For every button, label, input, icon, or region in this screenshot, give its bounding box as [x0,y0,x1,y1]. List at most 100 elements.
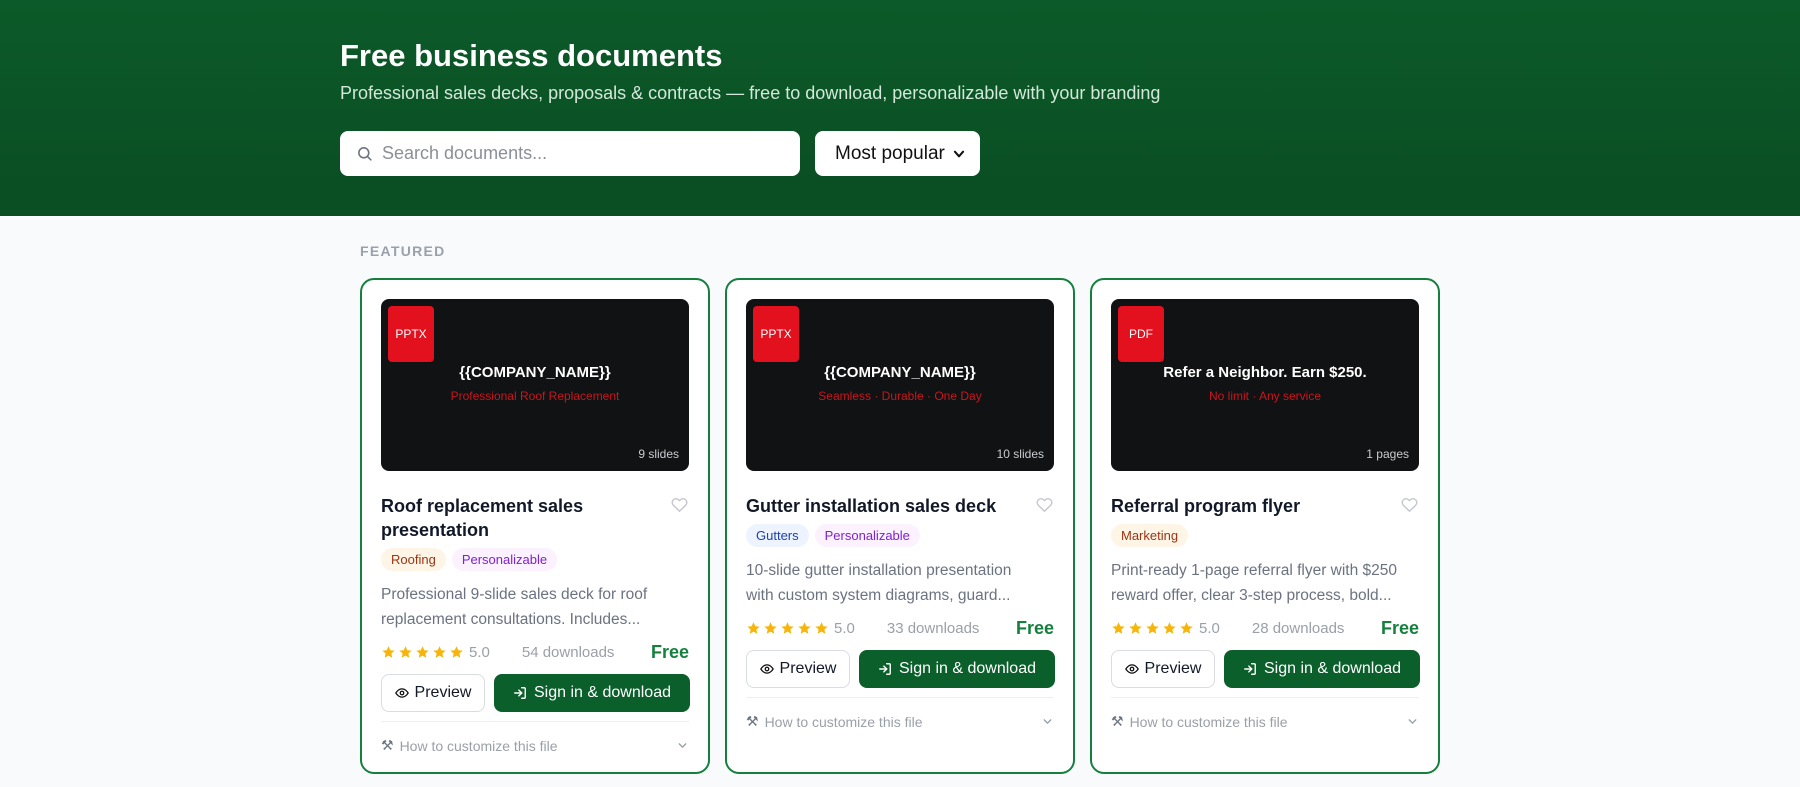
star-icon [416,646,429,658]
star-icon [450,646,463,658]
personalizable-tag: Personalizable [451,548,558,571]
page-header: Free business documents Professional sal… [0,0,1800,216]
tag-list: Gutters Personalizable [746,524,920,547]
star-icon [399,646,412,658]
star-icon [747,622,760,634]
category-tag: Roofing [381,548,446,571]
star-rating [1111,621,1194,636]
preview-button[interactable]: Preview [381,674,485,712]
search-box[interactable] [340,131,800,176]
thumbnail-title: {{COMPANY_NAME}} [459,364,611,381]
description-line: with custom system diagrams, guard... [746,587,1011,604]
rating-value: 5.0 [834,620,855,637]
thumbnail-subtitle: Seamless · Durable · One Day [818,389,982,403]
personalizable-tag: Personalizable [814,524,920,547]
thumbnail-subtitle: Professional Roof Replacement [450,389,620,403]
star-icon [1180,622,1193,634]
chevron-down-icon [953,150,965,157]
description-line: replacement consultations. Includes... [381,611,641,628]
preview-button-label: Preview [779,660,837,677]
star-icon [433,646,446,658]
star-icon [798,622,811,634]
how-to-customize-label: How to customize this file [764,713,923,730]
document-card-roof[interactable]: PPTX {{COMPANY_NAME}} Professional Roof … [360,278,710,774]
document-description: Professional 9-slide sales deck for roof… [381,582,686,632]
how-to-customize-label: How to customize this file [1129,713,1288,730]
thumbnail-title: Refer a Neighbor. Earn $250. [1163,364,1367,381]
sign-in-download-button[interactable]: Sign in & download [1224,650,1420,688]
heart-icon[interactable] [670,495,689,514]
tools-icon: ⚒ [381,737,394,753]
star-icon [1112,622,1125,634]
star-icon [781,622,794,634]
document-title[interactable]: Roof replacement sales presentation [381,494,641,542]
tag-list: Roofing Personalizable [381,548,558,571]
search-icon [358,147,372,161]
file-type-badge: PPTX [753,306,799,362]
document-card-gutter[interactable]: PPTX {{COMPANY_NAME}} Seamless · Durable… [725,278,1075,774]
description-line: Print-ready 1-page referral flyer with $… [1111,562,1398,579]
page-count: 9 slides [638,447,679,461]
card-stats: 5.0 33 downloads Free [746,618,1054,639]
category-tag: Marketing [1111,524,1189,547]
download-count: 54 downloads [521,644,615,661]
download-count: 28 downloads [1251,620,1345,637]
description-line: 10-slide gutter installation presentatio… [746,562,1012,579]
download-button-label: Sign in & download [1264,660,1401,677]
how-to-customize-label: How to customize this file [399,737,558,754]
tools-icon: ⚒ [1111,713,1124,729]
heart-icon[interactable] [1400,495,1419,514]
document-thumbnail[interactable]: PPTX {{COMPANY_NAME}} Seamless · Durable… [746,299,1054,471]
file-type-badge: PPTX [388,306,434,362]
eye-icon [394,688,409,698]
preview-button[interactable]: Preview [1111,650,1215,688]
how-to-customize-toggle[interactable]: ⚒ How to customize this file [381,737,689,754]
price-label: Free [1015,618,1054,638]
tools-icon: ⚒ [746,713,759,729]
search-input[interactable] [382,143,782,164]
document-card-referral[interactable]: PDF Refer a Neighbor. Earn $250. No limi… [1090,278,1440,774]
category-tag: Gutters [746,524,809,547]
section-label-featured: FEATURED [360,243,446,259]
download-count: 33 downloads [886,620,980,637]
price-label: Free [650,642,689,662]
how-to-customize-toggle[interactable]: ⚒ How to customize this file [1111,713,1419,730]
rating-value: 5.0 [1199,620,1220,637]
sign-in-download-button[interactable]: Sign in & download [859,650,1055,688]
price-label: Free [1380,618,1419,638]
preview-button[interactable]: Preview [746,650,850,688]
thumbnail-title: {{COMPANY_NAME}} [824,364,976,381]
star-icon [1146,622,1159,634]
sign-in-download-button[interactable]: Sign in & download [494,674,690,712]
document-thumbnail[interactable]: PDF Refer a Neighbor. Earn $250. No limi… [1111,299,1419,471]
document-thumbnail[interactable]: PPTX {{COMPANY_NAME}} Professional Roof … [381,299,689,471]
sign-in-icon [1244,663,1256,675]
page-count: 1 pages [1366,447,1409,461]
card-divider [381,721,689,722]
star-icon [382,646,395,658]
document-title[interactable]: Gutter installation sales deck [746,494,1006,518]
card-divider [1111,697,1419,698]
document-title[interactable]: Referral program flyer [1111,494,1371,518]
star-icon [764,622,777,634]
card-stats: 5.0 54 downloads Free [381,642,689,663]
star-icon [1163,622,1176,634]
preview-button-label: Preview [1144,660,1202,677]
chevron-down-icon [678,743,687,748]
sort-select-value: Most popular [835,142,945,164]
star-rating [746,621,829,636]
preview-button-label: Preview [414,684,472,701]
description-line: reward offer, clear 3-step process, bold… [1111,587,1392,604]
document-description: 10-slide gutter installation presentatio… [746,558,1051,608]
thumbnail-subtitle: No limit · Any service [1208,389,1322,403]
description-line: Professional 9-slide sales deck for roof [381,586,648,603]
page-subtitle: Professional sales decks, proposals & co… [340,83,1161,103]
rating-value: 5.0 [469,644,490,661]
star-icon [1129,622,1142,634]
document-description: Print-ready 1-page referral flyer with $… [1111,558,1416,608]
chevron-down-icon [1408,719,1417,724]
heart-icon[interactable] [1035,495,1054,514]
eye-icon [759,664,774,674]
how-to-customize-toggle[interactable]: ⚒ How to customize this file [746,713,1054,730]
sort-select[interactable]: Most popular [815,131,980,176]
